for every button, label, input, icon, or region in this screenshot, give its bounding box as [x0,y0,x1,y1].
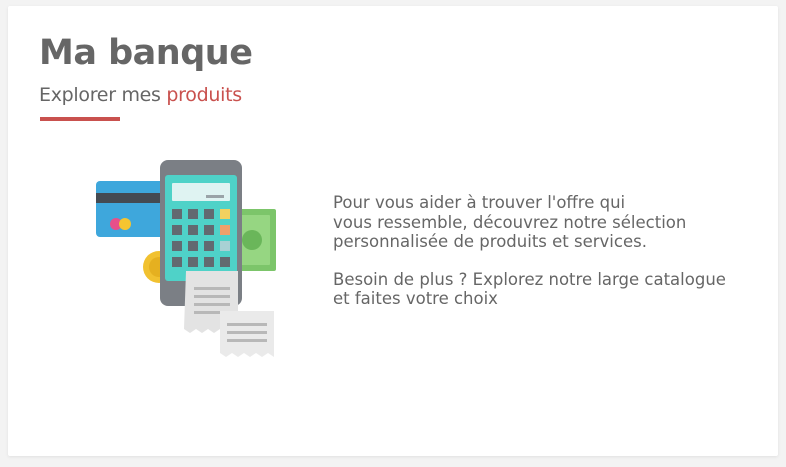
subtitle-prefix: Explorer mes [39,84,161,106]
banking-calculator-illustration-icon [96,160,276,357]
page-title: Ma banque [39,33,253,73]
credit-card-icon [96,181,170,237]
description-text: Pour vous aider à trouver l'offre qui vo… [333,193,763,309]
page-subtitle: Explorer mes produits [39,84,242,106]
description-paragraph-1: Pour vous aider à trouver l'offre qui vo… [333,193,687,251]
description-paragraph-2: Besoin de plus ? Explorez notre large ca… [333,269,726,309]
subtitle-accent: produits [166,84,242,106]
title-underline [40,117,120,121]
product-card: Ma banque Explorer mes produits Pour vou… [8,6,778,456]
